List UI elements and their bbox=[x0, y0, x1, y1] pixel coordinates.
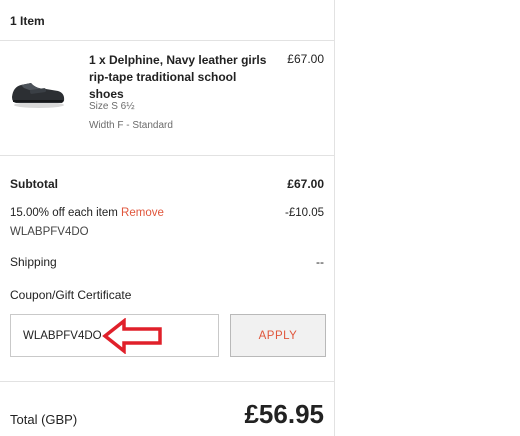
annotation-arrow-icon bbox=[102, 318, 162, 354]
product-size: Size S 6½ bbox=[89, 101, 135, 112]
remove-discount-link[interactable]: Remove bbox=[121, 207, 164, 219]
subtotal-value: £67.00 bbox=[287, 177, 324, 191]
order-summary-panel: 1 Item 1 x Delphine, Navy leather girls … bbox=[0, 0, 335, 436]
divider bbox=[0, 155, 334, 156]
discount-label: 15.00% off each item bbox=[10, 207, 118, 219]
shipping-label: Shipping bbox=[10, 255, 57, 269]
product-price: £67.00 bbox=[287, 52, 324, 66]
coupon-label: Coupon/Gift Certificate bbox=[10, 288, 132, 302]
apply-coupon-button[interactable]: APPLY bbox=[230, 314, 326, 357]
discount-code: WLABPFV4DO bbox=[10, 226, 89, 238]
total-value: £56.95 bbox=[244, 399, 324, 429]
discount-value: -£10.05 bbox=[284, 207, 324, 219]
shoe-icon bbox=[12, 83, 65, 108]
product-width: Width F - Standard bbox=[89, 120, 173, 131]
product-name[interactable]: 1 x Delphine, Navy leather girls rip-tap… bbox=[89, 52, 269, 103]
divider bbox=[0, 40, 334, 41]
total-label: Total (GBP) bbox=[10, 412, 78, 427]
items-count: 1 Item bbox=[10, 14, 45, 28]
subtotal-label: Subtotal bbox=[10, 177, 58, 191]
discount-row: 15.00% off each item Remove bbox=[10, 207, 164, 219]
divider bbox=[0, 381, 334, 382]
shipping-value: -- bbox=[316, 255, 324, 269]
